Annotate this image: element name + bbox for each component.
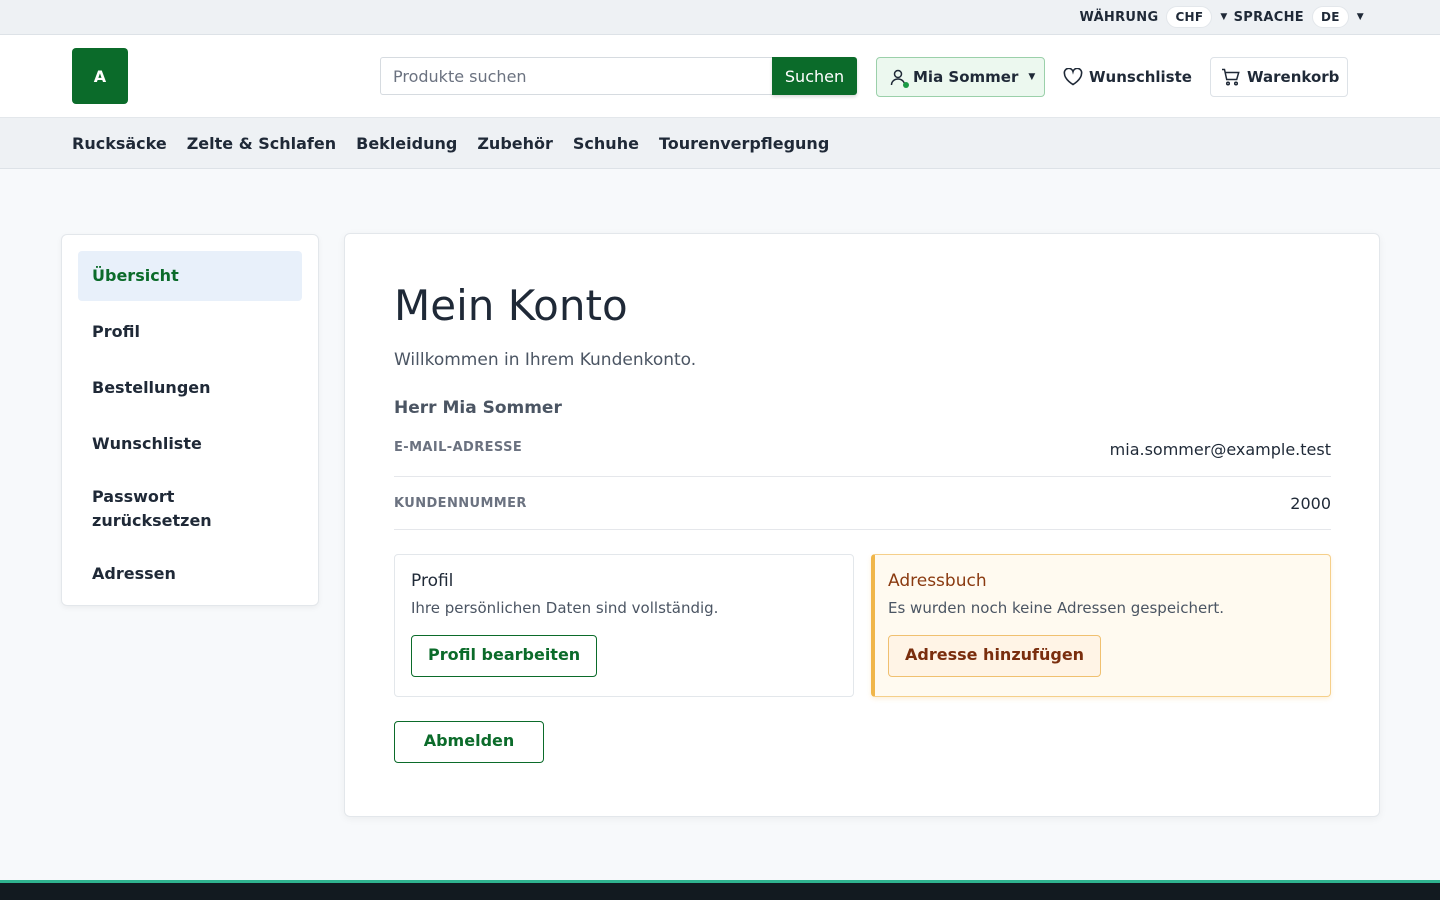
site-header: A Suchen Mia Sommer ▼ Wunschliste Warenk…	[0, 35, 1440, 118]
category-nav: Rucksäcke Zelte & Schlafen Bekleidung Zu…	[0, 118, 1440, 169]
address-card-text: Es wurden noch keine Adressen gespeicher…	[888, 599, 1225, 617]
category-link[interactable]: Zubehör	[477, 134, 553, 153]
utility-bar: WÄHRUNG CHF ▼ SPRACHE DE ▼	[0, 0, 1440, 35]
sidebar-item-wishlist[interactable]: Wunschliste	[78, 419, 302, 469]
cart-label: Warenkorb	[1247, 68, 1340, 86]
heart-icon	[1063, 68, 1083, 86]
chevron-down-icon: ▼	[1028, 72, 1036, 82]
category-link[interactable]: Rucksäcke	[72, 134, 167, 153]
profile-card: Profil Ihre persönlichen Daten sind voll…	[394, 554, 854, 697]
logo[interactable]: A	[72, 48, 128, 104]
customer-number-label: KUNDENNUMMER	[394, 495, 527, 511]
language-label: SPRACHE	[1233, 9, 1304, 25]
account-menu-button[interactable]: Mia Sommer ▼	[876, 57, 1045, 97]
wishlist-link[interactable]: Wunschliste	[1063, 57, 1192, 97]
sidebar-item-overview[interactable]: Übersicht	[78, 251, 302, 301]
cart-button[interactable]: Warenkorb	[1210, 57, 1348, 97]
account-sidebar: Übersicht Profil Bestellungen Wunschlist…	[61, 234, 319, 606]
search-button[interactable]: Suchen	[772, 57, 857, 95]
customer-number-value: 2000	[1290, 493, 1331, 513]
category-link[interactable]: Zelte & Schlafen	[187, 134, 336, 153]
customer-name: Herr Mia Sommer	[394, 398, 562, 418]
address-card-title: Adressbuch	[888, 571, 987, 591]
email-label: E-MAIL-ADRESSE	[394, 440, 523, 455]
sidebar-item-orders[interactable]: Bestellungen	[78, 363, 302, 413]
sidebar-item-profile[interactable]: Profil	[78, 307, 302, 357]
sidebar-item-addresses[interactable]: Adressen	[78, 549, 302, 599]
email-row: E-MAIL-ADRESSE mia.sommer@example.test	[394, 440, 1331, 477]
online-status-dot	[903, 82, 909, 88]
cart-icon	[1222, 68, 1240, 86]
profile-card-title: Profil	[411, 571, 454, 591]
chevron-down-icon[interactable]: ▼	[1357, 12, 1364, 22]
search-input[interactable]	[380, 57, 772, 95]
address-book-card: Adressbuch Es wurden noch keine Adressen…	[871, 554, 1331, 697]
email-value: mia.sommer@example.test	[1109, 440, 1331, 459]
user-icon	[889, 68, 909, 88]
category-link[interactable]: Tourenverpflegung	[659, 134, 829, 153]
chevron-down-icon[interactable]: ▼	[1220, 12, 1227, 22]
welcome-text: Willkommen in Ihrem Kundenkonto.	[394, 350, 697, 370]
account-name: Mia Sommer	[913, 68, 1019, 86]
language-selector[interactable]: DE	[1312, 6, 1349, 28]
account-overview: Mein Konto Willkommen in Ihrem Kundenkon…	[344, 233, 1380, 817]
profile-card-text: Ihre persönlichen Daten sind vollständig…	[411, 599, 719, 617]
category-link[interactable]: Bekleidung	[356, 134, 457, 153]
page-title: Mein Konto	[394, 281, 628, 330]
edit-profile-button[interactable]: Profil bearbeiten	[411, 635, 598, 677]
customer-number-row: KUNDENNUMMER 2000	[394, 477, 1331, 530]
add-address-button[interactable]: Adresse hinzufügen	[888, 635, 1102, 677]
currency-label: WÄHRUNG	[1079, 9, 1159, 25]
wishlist-label: Wunschliste	[1089, 68, 1192, 86]
search-form: Suchen	[380, 57, 857, 95]
logout-button[interactable]: Abmelden	[394, 721, 544, 763]
category-link[interactable]: Schuhe	[573, 134, 639, 153]
site-footer	[0, 880, 1440, 900]
account-cards: Profil Ihre persönlichen Daten sind voll…	[394, 554, 1331, 697]
sidebar-item-reset-password[interactable]: Passwort zurücksetzen	[78, 475, 258, 543]
currency-selector[interactable]: CHF	[1166, 6, 1213, 28]
